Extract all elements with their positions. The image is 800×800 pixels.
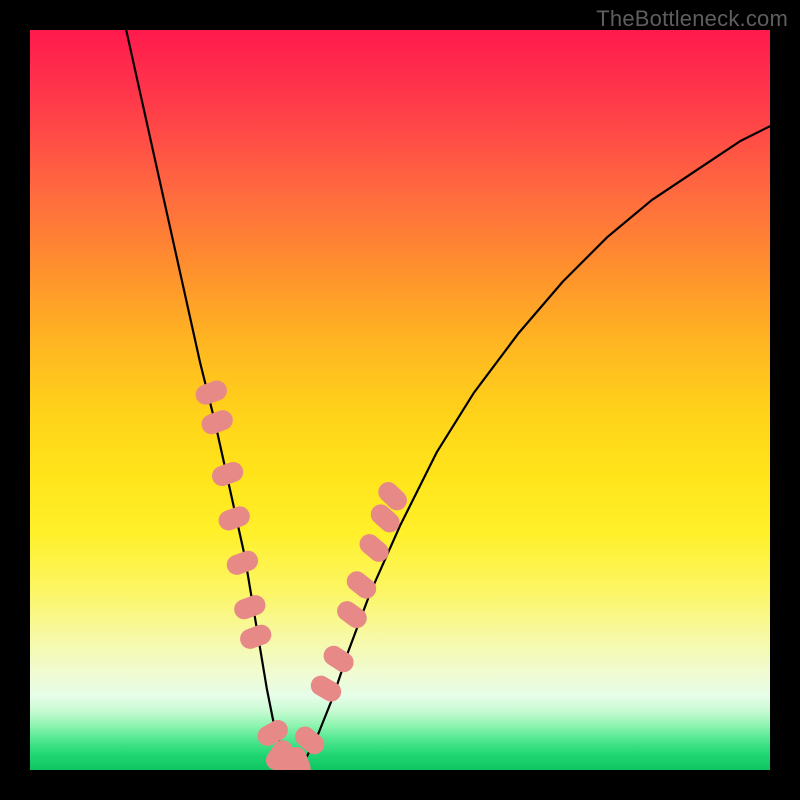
marker-pill [216,504,253,534]
watermark-text: TheBottleneck.com [596,6,788,32]
marker-pill [355,530,392,566]
marker-pill [209,459,246,489]
marker-pill [199,407,236,437]
marker-pill [320,642,358,676]
marker-pill [333,597,371,632]
marker-pill [237,622,274,652]
marker-pill [343,567,381,602]
marker-pill [231,592,268,622]
plot-area [30,30,770,770]
chart [30,30,770,770]
marker-pill [224,548,261,578]
marker-pill [193,378,230,408]
